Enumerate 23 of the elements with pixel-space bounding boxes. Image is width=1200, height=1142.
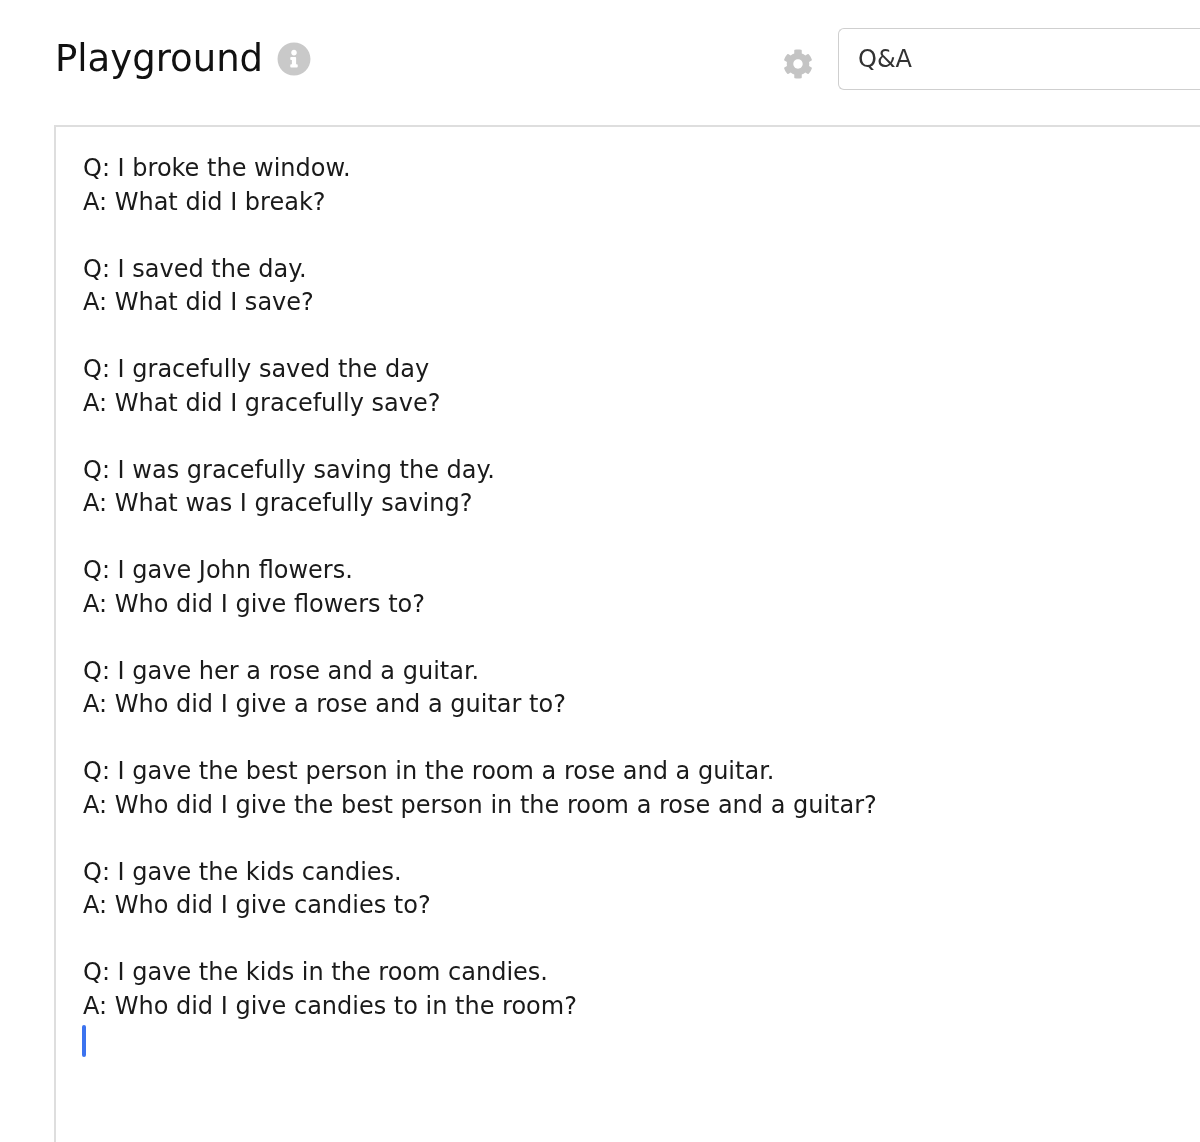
prompt-editor[interactable]: [54, 125, 1200, 1142]
answer-text: A: Who did I give flowers to?: [83, 588, 425, 620]
question-text: Q: I saved the day.: [83, 253, 307, 285]
answer-text: A: Who did I give the best person in the room a rose and a guitar?: [83, 789, 877, 821]
answer-text: A: Who did I give candies to in the room?: [83, 990, 577, 1022]
question-text: Q: I gave the best person in the room a rose and a guitar.: [83, 756, 775, 787]
preset-select[interactable]: Q&A: [838, 28, 1200, 90]
question-text: Q: I gracefully saved the day: [83, 354, 430, 385]
question-text: Q: I gave John flowers.: [83, 555, 353, 586]
question-text: Q: I gave the kids in the room candies.: [83, 957, 548, 988]
question-text: Q: I was gracefully saving the day.: [83, 454, 495, 486]
question-text: Q: I gave her a rose and a guitar.: [83, 655, 480, 687]
info-icon[interactable]: [277, 42, 312, 76]
answer-text: A: What did I gracefully save?: [83, 387, 441, 419]
answer-text: A: What did I save?: [83, 287, 314, 318]
answer-text: A: What was I gracefully saving?: [83, 488, 473, 519]
settings-icon[interactable]: [783, 49, 813, 79]
question-text: Q: I broke the window.: [83, 153, 351, 184]
answer-text: A: Who did I give a rose and a guitar to?: [83, 689, 566, 720]
answer-text: A: Who did I give candies to?: [83, 890, 431, 921]
answer-text: A: What did I break?: [83, 186, 326, 218]
page-title: Playground: [55, 37, 264, 81]
question-text: Q: I gave the kids candies.: [83, 856, 402, 888]
